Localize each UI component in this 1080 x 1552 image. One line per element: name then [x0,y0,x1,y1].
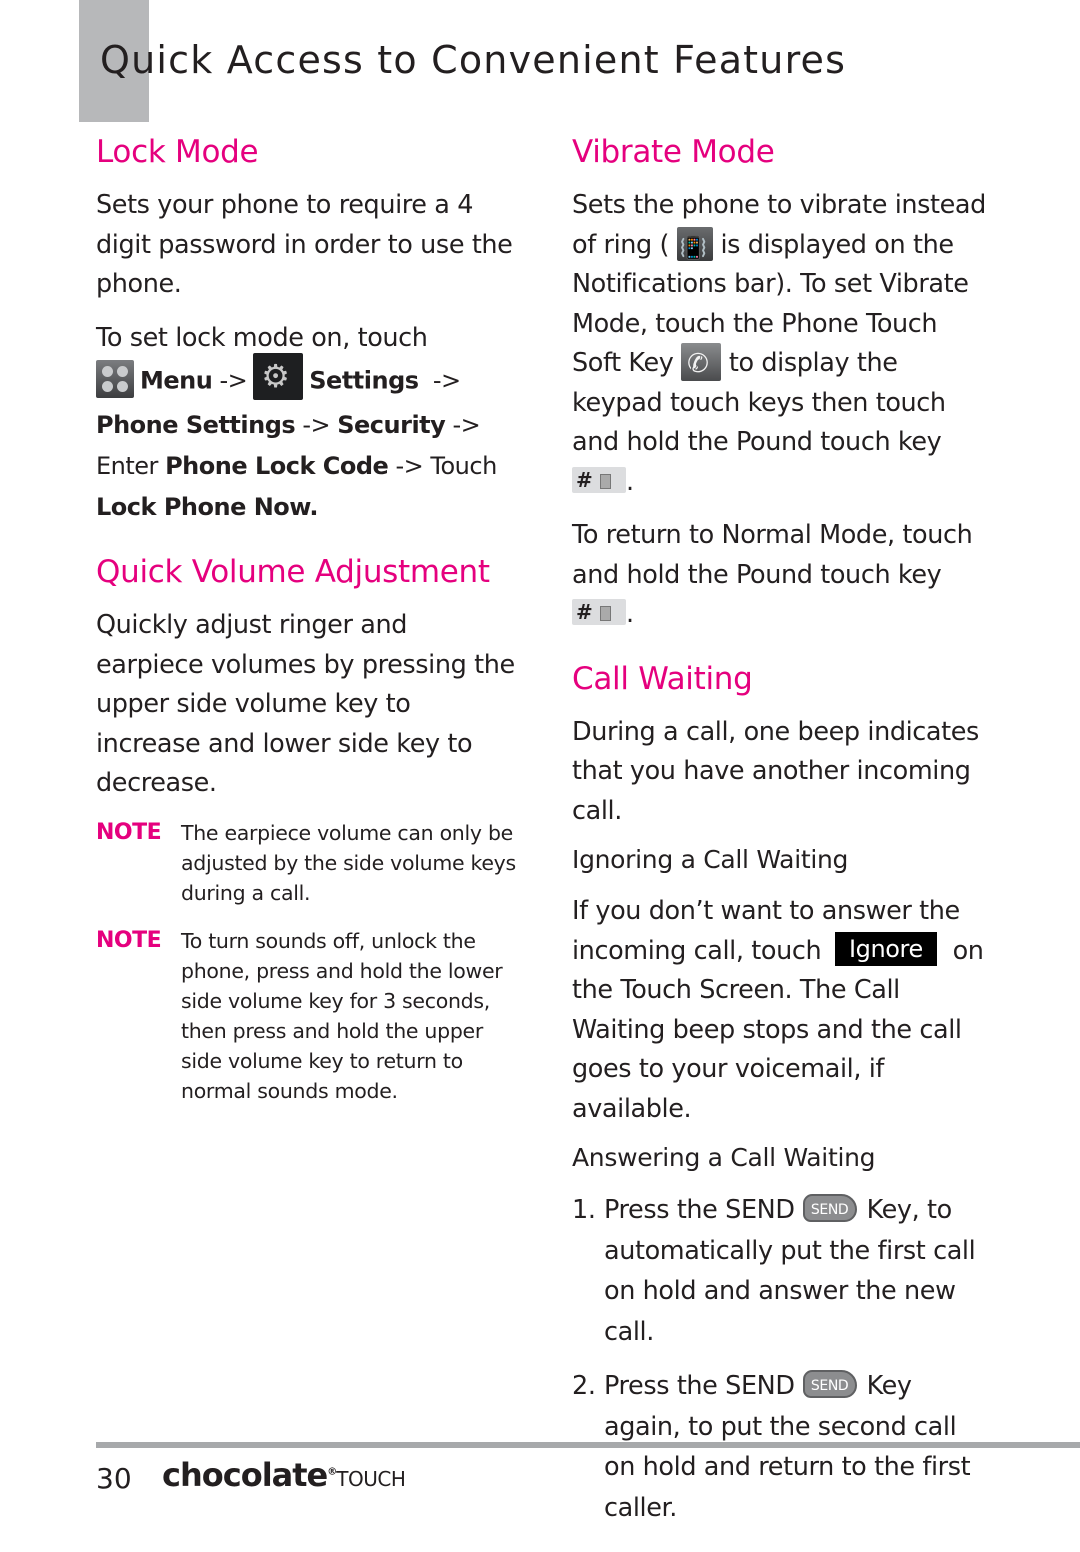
touch-label: Touch [430,452,497,480]
vibrate-mode-body: Sets the phone to vibrate instead of rin… [572,186,992,502]
settings-label: Settings [309,366,419,395]
answering-steps: 1. Press the SEND SEND Key, to automatical… [572,1190,992,1528]
vibrate-mode-section: Vibrate Mode Sets the phone to vibrate i… [572,130,992,635]
enter-label: Enter [96,452,158,480]
text: To return to Normal Mode, touch and hold… [572,520,973,590]
lock-mode-steps: Menu -> ⚙ Settings -> Phone Settings -> Se… [96,353,516,528]
call-waiting-intro: During a call, one beep indicates that y… [572,716,979,826]
lock-mode-heading: Lock Mode [96,134,259,170]
lock-mode-intro: Sets your phone to require a 4 digit pas… [96,190,513,299]
page-title: Quick Access to Convenient Features [100,38,847,82]
quick-volume-heading: Quick Volume Adjustment [96,554,490,590]
right-column: Vibrate Mode Sets the phone to vibrate i… [572,130,992,1542]
call-waiting-section: Call Waiting During a call, one beep ind… [572,657,992,1529]
arrow: -> [432,366,461,395]
note: NOTE The earpiece volume can only be adj… [96,818,516,908]
arrow: -> [452,411,481,439]
step-text: Press the SEND SEND Key, to automatically … [604,1190,992,1352]
arrow: -> [219,366,248,395]
arrow: -> [395,452,424,480]
registered-mark: ® [327,1466,337,1478]
pound-symbol: # [576,467,593,492]
pound-key-icon: # [572,599,626,625]
text: . [626,599,634,629]
call-waiting-heading: Call Waiting [572,660,753,697]
vibrate-return-body: To return to Normal Mode, touch and hold… [572,516,992,635]
left-column: Lock Mode Sets your phone to require a 4… [96,130,516,1124]
text: . [626,466,634,497]
gear-icon: ⚙ [253,353,304,400]
lock-mode-lead: To set lock mode on, touch [96,322,428,353]
step-number: 1. [572,1195,596,1225]
pound-symbol: # [576,600,593,624]
phone-settings-label: Phone Settings [96,411,296,439]
ignoring-body: If you don’t want to answer the incoming… [572,892,992,1129]
note-label: NOTE [96,927,162,953]
lock-phone-now-label: Lock Phone Now. [96,493,319,521]
note-text: The earpiece volume can only be adjusted… [181,820,516,905]
note-text: To turn sounds off, unlock the phone, pr… [181,928,503,1103]
footer-divider [96,1442,1080,1448]
quick-volume-section: Quick Volume Adjustment Quickly adjust r… [96,550,516,1106]
page-number: 30 [96,1462,132,1495]
ignore-button: Ignore [834,931,937,966]
vibrate-icon: 📳 [676,226,713,261]
menu-grid-icon [96,359,134,398]
vibrate-mode-heading: Vibrate Mode [572,134,775,170]
list-item: 1. Press the SEND SEND Key, to automatical… [572,1190,992,1352]
phone-soft-key-icon: ✆ [681,343,722,381]
text: Press the SEND [604,1195,795,1225]
arrow: -> [302,411,331,439]
ignoring-subheading: Ignoring a Call Waiting [572,845,849,874]
menu-label: Menu [140,366,213,395]
send-key-icon: SEND [802,1370,857,1398]
brand-logo: chocolate®TOUCH [162,1456,406,1494]
send-key-icon: SEND [802,1194,857,1222]
note-label: NOTE [96,819,162,845]
text: Press the SEND [604,1371,795,1401]
pound-key-icon: # [572,466,626,493]
security-label: Security [337,411,446,439]
brand-name: chocolate [162,1456,328,1494]
quick-volume-body: Quickly adjust ringer and earpiece volum… [96,610,515,798]
brand-suffix: TOUCH [336,1467,406,1491]
lock-code-label: Phone Lock Code [165,452,389,480]
note: NOTE To turn sounds off, unlock the phon… [96,926,516,1106]
lock-mode-section: Lock Mode Sets your phone to require a 4… [96,130,516,528]
answering-subheading: Answering a Call Waiting [572,1143,876,1172]
